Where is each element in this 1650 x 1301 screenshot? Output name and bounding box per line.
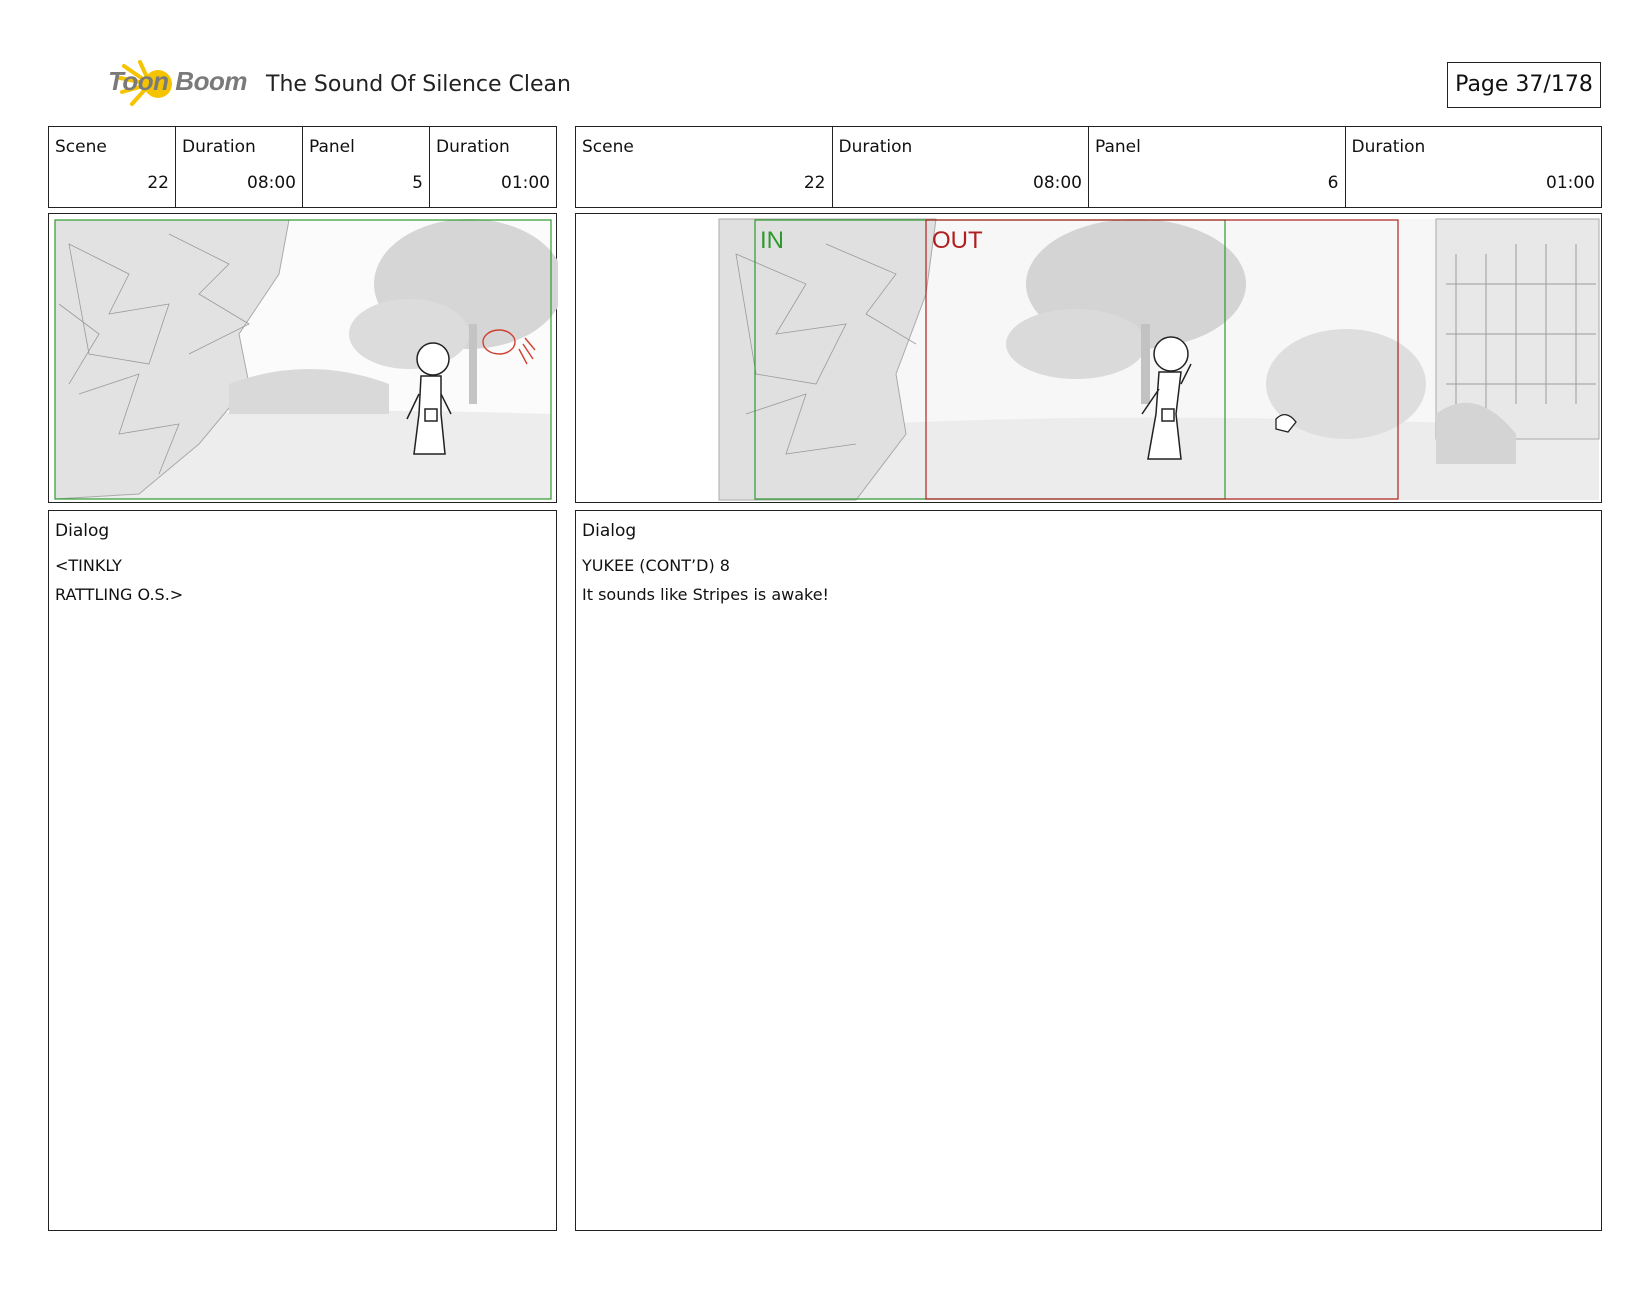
panel-2-sketch: IN OUT <box>718 218 1600 501</box>
scene-label: Scene <box>582 137 634 157</box>
camera-out-label: OUT <box>932 227 983 254</box>
panel-1-sketch <box>54 219 558 500</box>
panel-2-panel-duration-cell: Duration 01:00 <box>1346 127 1602 207</box>
panel-value: 6 <box>1327 173 1339 193</box>
panel-1-panel-duration-cell: Duration 01:00 <box>430 127 556 207</box>
panel-1-info: Scene 22 Duration 08:00 Panel 5 Duration… <box>48 126 557 208</box>
dialog-line: <TINKLY <box>55 556 122 575</box>
dialog-line: It sounds like Stripes is awake! <box>582 585 829 604</box>
panel-1-panel-cell: Panel 5 <box>303 127 430 207</box>
scene-value: 22 <box>147 173 169 193</box>
dialog-line: YUKEE (CONT’D) 8 <box>582 556 730 575</box>
duration-label: Duration <box>436 137 510 157</box>
camera-in-label: IN <box>760 227 784 254</box>
dialog-title: Dialog <box>55 521 110 541</box>
dialog-title: Dialog <box>582 521 637 541</box>
brand-name: Toon Boom <box>108 66 247 96</box>
panel-2-info: Scene 22 Duration 08:00 Panel 6 Duration… <box>575 126 1602 208</box>
scene-value: 22 <box>803 173 826 193</box>
scene-label: Scene <box>55 137 107 157</box>
duration-value: 08:00 <box>1033 173 1082 193</box>
panel-1-scene-duration-cell: Duration 08:00 <box>176 127 303 207</box>
panel-1-dialog: Dialog <TINKLY RATTLING O.S.> <box>48 510 557 1231</box>
panel-label: Panel <box>1095 137 1141 157</box>
page-counter: Page 37/178 <box>1447 62 1601 108</box>
duration-value: 08:00 <box>247 173 296 193</box>
duration-label: Duration <box>182 137 256 157</box>
duration-value: 01:00 <box>1546 173 1595 193</box>
panel-2-image: IN OUT <box>575 213 1602 503</box>
duration-value: 01:00 <box>501 173 550 193</box>
page-counter-text: Page 37/178 <box>1455 72 1593 97</box>
panel-2-scene-cell: Scene 22 <box>576 127 833 207</box>
panel-2-dialog: Dialog YUKEE (CONT’D) 8 It sounds like S… <box>575 510 1602 1231</box>
duration-label: Duration <box>838 137 913 157</box>
panel-value: 5 <box>412 173 423 193</box>
duration-label: Duration <box>1351 137 1426 157</box>
document-title: The Sound Of Silence Clean <box>266 72 571 97</box>
panel-1-image <box>48 213 558 503</box>
panel-label: Panel <box>309 137 355 157</box>
panel-1-scene-cell: Scene 22 <box>49 127 176 207</box>
dialog-line: RATTLING O.S.> <box>55 585 184 604</box>
panel-2-scene-duration-cell: Duration 08:00 <box>833 127 1089 207</box>
panel-2-panel-cell: Panel 6 <box>1089 127 1346 207</box>
